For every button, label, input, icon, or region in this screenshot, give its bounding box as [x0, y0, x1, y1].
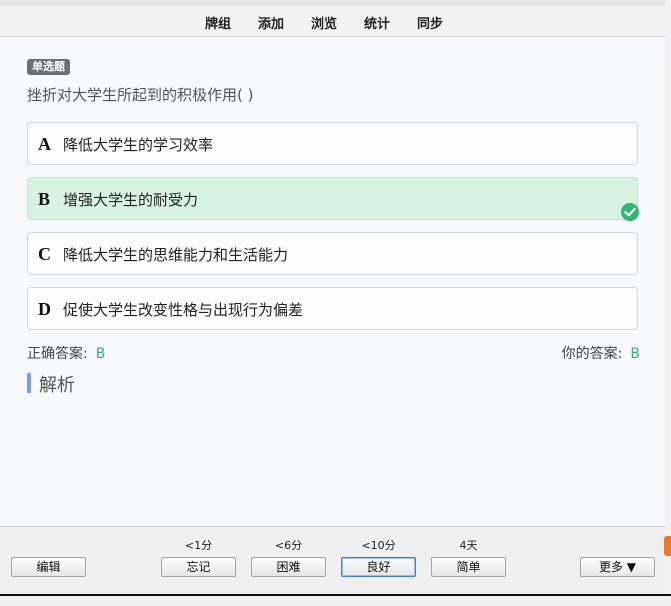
option-text: 增强大学生的耐受力: [63, 191, 199, 209]
window-bottom-edge: [0, 594, 671, 606]
correct-answer-label: 正确答案:: [27, 346, 88, 362]
again-interval: <1分: [184, 539, 213, 552]
option-a[interactable]: A 降低大学生的学习效率: [27, 122, 638, 165]
window-right-edge: [665, 0, 671, 604]
toolbar-sync[interactable]: 同步: [417, 13, 443, 32]
toolbar-stats[interactable]: 统计: [364, 13, 390, 32]
correct-answer-value: B: [95, 346, 106, 362]
option-letter: A: [38, 134, 51, 154]
question-text: 挫折对大学生所起到的积极作用( ): [27, 86, 254, 104]
option-c[interactable]: C 降低大学生的思维能力和生活能力: [27, 232, 638, 275]
toolbar-decks[interactable]: 牌组: [205, 13, 231, 32]
hard-interval: <6分: [274, 539, 303, 552]
side-handle: [664, 536, 671, 556]
again-button[interactable]: 忘记: [161, 557, 236, 577]
edit-button[interactable]: 编辑: [11, 557, 86, 577]
option-d[interactable]: D 促使大学生改变性格与出现行为偏差: [27, 287, 638, 330]
question-type-badge: 单选题: [27, 59, 70, 75]
option-text: 降低大学生的思维能力和生活能力: [63, 246, 289, 264]
toolbar-browse[interactable]: 浏览: [311, 13, 337, 32]
toolbar-add[interactable]: 添加: [258, 13, 284, 32]
your-answer-value: B: [630, 346, 640, 362]
analysis-accent-bar: [27, 373, 31, 393]
good-button[interactable]: 良好: [341, 557, 416, 577]
your-answer-label: 你的答案:: [561, 346, 623, 362]
bottom-bar: 编辑 <1分 忘记 <6分 困难 <10分 良好 4天 简单 更多 ▼: [0, 526, 665, 595]
more-button[interactable]: 更多 ▼: [580, 557, 655, 577]
option-letter: C: [38, 244, 51, 264]
hard-button[interactable]: 困难: [251, 557, 326, 577]
option-letter: B: [38, 189, 51, 209]
correct-answer: 正确答案: B: [27, 343, 105, 363]
card-view: 单选题 挫折对大学生所起到的积极作用( ) A 降低大学生的学习效率 B 增强大…: [0, 37, 666, 526]
analysis-heading: 解析: [39, 375, 75, 396]
top-toolbar: 牌组 添加 浏览 统计 同步: [0, 6, 665, 37]
option-text: 降低大学生的学习效率: [63, 136, 214, 154]
your-answer: 你的答案: B: [562, 343, 640, 363]
option-text: 促使大学生改变性格与出现行为偏差: [63, 301, 304, 319]
easy-button[interactable]: 简单: [431, 557, 506, 577]
easy-interval: 4天: [459, 539, 478, 552]
correct-check-icon: [621, 203, 639, 221]
good-interval: <10分: [361, 539, 396, 552]
option-b[interactable]: B 增强大学生的耐受力: [27, 177, 639, 221]
option-letter: D: [38, 299, 51, 319]
